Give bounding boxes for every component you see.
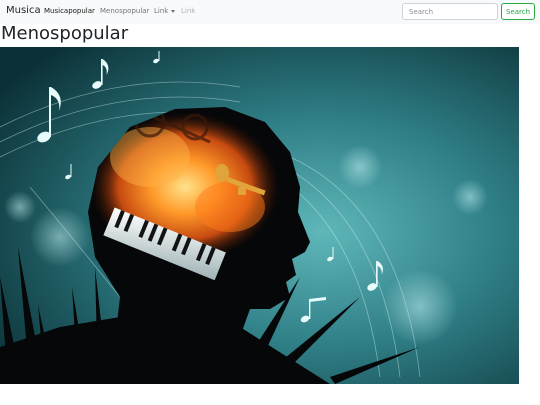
search-input[interactable] — [402, 3, 498, 20]
nav-dropdown-link[interactable]: Link — [154, 7, 176, 15]
page-title: Menospopular — [1, 23, 129, 44]
chevron-down-icon — [171, 9, 176, 13]
music-head-silhouette-image — [0, 47, 519, 384]
hero-image — [0, 47, 519, 384]
top-navbar: Musica Musicapopular Menospopular Link L… — [0, 0, 540, 24]
nav-link-disabled: Link — [181, 7, 196, 15]
search-button[interactable]: Search — [501, 3, 535, 20]
navbar-brand[interactable]: Musica — [6, 5, 41, 16]
nav-link-musicapopular[interactable]: Musicapopular — [44, 7, 95, 15]
nav-dropdown-label: Link — [154, 7, 169, 15]
nav-link-menospopular[interactable]: Menospopular — [100, 7, 149, 15]
